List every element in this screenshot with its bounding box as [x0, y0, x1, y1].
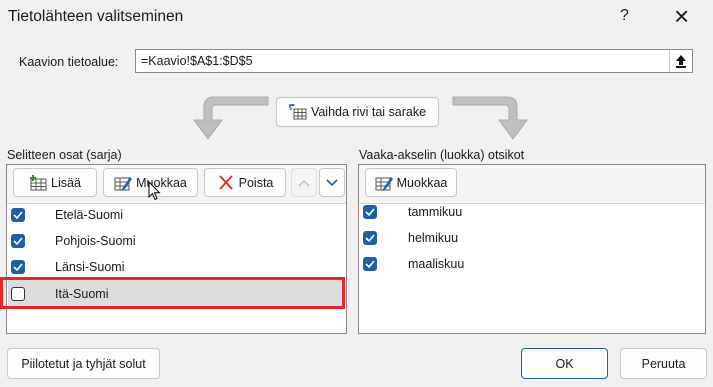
checkbox-checked[interactable] [11, 260, 25, 274]
remove-x-icon [218, 174, 233, 190]
axis-item-label: helmikuu [408, 231, 459, 245]
check-icon [365, 208, 375, 216]
add-series-button[interactable]: Lisää [13, 168, 97, 197]
move-down-button[interactable] [319, 168, 345, 197]
add-table-icon [30, 174, 47, 190]
axis-item-label: maaliskuu [408, 257, 465, 271]
edit-axis-button[interactable]: Muokkaa [365, 168, 457, 197]
mouse-cursor-icon [148, 181, 161, 201]
chevron-down-icon [326, 178, 338, 186]
legend-item-label: Etelä-Suomi [55, 208, 124, 222]
close-button[interactable]: × [674, 1, 689, 32]
hidden-empty-cells-button[interactable]: Piilotetut ja tyhjät solut [7, 348, 160, 379]
add-series-label: Lisää [51, 175, 81, 190]
help-button[interactable]: ? [620, 7, 629, 25]
axis-item-tammikuu[interactable]: tammikuu [359, 199, 705, 225]
axis-item-label: tammikuu [408, 205, 463, 219]
move-up-button[interactable] [291, 168, 317, 197]
axis-item-helmikuu[interactable]: helmikuu [359, 225, 705, 251]
checkbox-checked[interactable] [363, 205, 377, 219]
cancel-label: Peruuta [641, 356, 686, 371]
left-curved-arrow-icon [193, 96, 269, 140]
ok-button[interactable]: OK [521, 348, 608, 379]
remove-series-button[interactable]: Poista [204, 168, 286, 197]
axis-header: Vaaka-akselin (luokka) otsikot [359, 148, 525, 162]
upload-arrow-icon [676, 55, 686, 68]
legend-item-label: Länsi-Suomi [55, 260, 125, 274]
chevron-up-icon [298, 179, 310, 186]
check-icon [13, 263, 23, 271]
hidden-empty-cells-label: Piilotetut ja tyhjät solut [21, 356, 146, 371]
axis-item-maaliskuu[interactable]: maaliskuu [359, 251, 705, 277]
checkbox-checked[interactable] [363, 231, 377, 245]
cancel-button[interactable]: Peruuta [620, 348, 707, 379]
range-value: =Kaavio!$A$1:$D$5 [141, 54, 253, 68]
remove-series-label: Poista [238, 175, 274, 190]
range-label: Kaavion tietoalue: [19, 55, 119, 69]
collapse-dialog-button[interactable] [669, 50, 692, 72]
check-icon [13, 211, 23, 219]
edit-table-icon [114, 176, 133, 191]
switch-row-column-icon [289, 104, 307, 120]
check-icon [13, 237, 23, 245]
right-curved-arrow-icon [452, 96, 528, 140]
switch-row-column-button[interactable]: Vaihda rivi tai sarake [276, 97, 439, 127]
legend-item-label: Pohjois-Suomi [55, 234, 136, 248]
legend-toolbar: Lisää Muokkaa Poista [7, 165, 346, 204]
check-icon [365, 260, 375, 268]
legend-item-etela-suomi[interactable]: Etelä-Suomi [7, 202, 346, 228]
highlight-box [0, 277, 345, 309]
edit-axis-label: Muokkaa [396, 175, 448, 190]
dialog-title: Tietolähteen valitseminen [8, 8, 184, 25]
checkbox-checked[interactable] [363, 257, 377, 271]
switch-row-column-label: Vaihda rivi tai sarake [310, 105, 427, 119]
checkbox-checked[interactable] [11, 208, 25, 222]
range-input[interactable]: =Kaavio!$A$1:$D$5 [135, 49, 693, 73]
axis-panel: Muokkaa tammikuu helmikuu maaliskuu [358, 164, 706, 334]
ok-label: OK [555, 356, 574, 371]
legend-header: Selitteen osat (sarja) [7, 148, 122, 162]
checkbox-checked[interactable] [11, 234, 25, 248]
legend-item-pohjois-suomi[interactable]: Pohjois-Suomi [7, 228, 346, 254]
edit-table-icon [375, 176, 393, 191]
check-icon [365, 234, 375, 242]
